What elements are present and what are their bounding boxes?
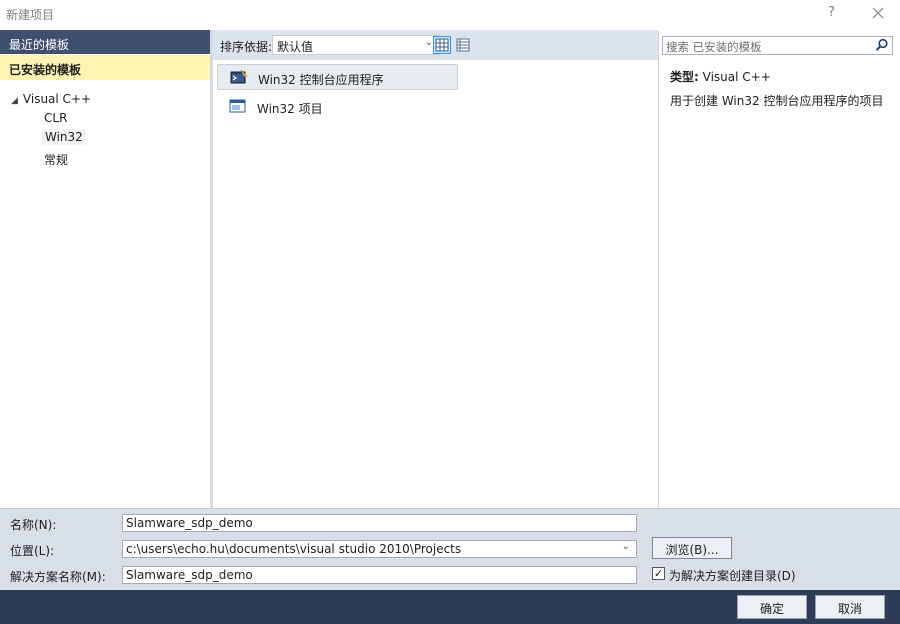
- location-label: 位置(L):: [10, 544, 55, 558]
- cancel-button[interactable]: 取消: [815, 595, 885, 619]
- sort-dropdown-value: 默认值: [277, 40, 314, 54]
- tree-node-clr[interactable]: CLR: [44, 111, 67, 125]
- details-view-icon[interactable]: [454, 36, 472, 54]
- console-app-icon: [230, 69, 248, 85]
- location-field[interactable]: c:\users\echo.hu\documents\visual studio…: [122, 540, 637, 558]
- description-panel: 搜索 已安装的模板 类型: Visual C++ 用于创建 Win32 控制台应…: [659, 30, 900, 508]
- recent-templates-item[interactable]: 最近的模板: [0, 30, 210, 54]
- window-project-icon: [229, 98, 247, 114]
- template-name: Win32 项目: [257, 102, 323, 116]
- template-type-value: Visual C++: [702, 70, 771, 84]
- template-item-win32-project[interactable]: Win32 项目: [217, 94, 458, 120]
- create-directory-checkbox[interactable]: ✓: [652, 567, 665, 580]
- help-button[interactable]: ?: [828, 5, 835, 20]
- location-value: c:\users\echo.hu\documents\visual studio…: [126, 542, 462, 556]
- template-categories-panel: 最近的模板 已安装的模板 ◢ Visual C++ CLR Win32 常规: [0, 30, 210, 508]
- tree-node-win32[interactable]: Win32: [42, 129, 86, 145]
- template-type-label: 类型:: [670, 70, 699, 84]
- dialog-footer: 确定 取消: [0, 590, 900, 624]
- tree-node-visual-cpp[interactable]: ◢ Visual C++: [11, 92, 91, 106]
- window-title: 新建项目: [6, 8, 55, 22]
- search-placeholder: 搜索 已安装的模板: [666, 40, 762, 54]
- template-list: Win32 控制台应用程序 Win32 项目: [213, 60, 658, 508]
- chevron-down-icon[interactable]: ⌄: [622, 541, 630, 552]
- chevron-down-icon: ⌄: [424, 37, 433, 48]
- template-toolbar: 排序依据: 默认值 ⌄: [213, 30, 658, 60]
- template-description: 用于创建 Win32 控制台应用程序的项目: [670, 94, 884, 108]
- template-name: Win32 控制台应用程序: [258, 73, 384, 87]
- tree-node-visual-cpp-label: Visual C++: [22, 92, 92, 106]
- expand-arrow-icon[interactable]: ◢: [11, 96, 18, 106]
- template-item-win32-console[interactable]: Win32 控制台应用程序: [217, 64, 458, 90]
- solution-name-field[interactable]: Slamware_sdp_demo: [122, 566, 637, 584]
- list-view-icon[interactable]: [433, 36, 451, 54]
- title-bar: 新建项目 ?: [0, 0, 900, 30]
- ok-button[interactable]: 确定: [737, 595, 807, 619]
- template-type: 类型: Visual C++: [670, 68, 771, 85]
- sort-label: 排序依据:: [220, 40, 273, 54]
- installed-templates-item[interactable]: 已安装的模板: [0, 55, 210, 80]
- browse-button[interactable]: 浏览(B)...: [652, 537, 732, 559]
- name-field[interactable]: Slamware_sdp_demo: [122, 514, 637, 532]
- name-label: 名称(N):: [10, 518, 57, 532]
- tree-node-general[interactable]: 常规: [44, 151, 68, 168]
- sort-dropdown[interactable]: 默认值 ⌄: [272, 35, 440, 55]
- search-input[interactable]: 搜索 已安装的模板: [662, 36, 893, 55]
- close-icon[interactable]: [868, 3, 888, 23]
- solution-name-label: 解决方案名称(M):: [10, 570, 106, 584]
- project-form: 名称(N): Slamware_sdp_demo 位置(L): c:\users…: [0, 508, 900, 590]
- create-directory-label[interactable]: 为解决方案创建目录(D): [669, 567, 796, 584]
- search-icon[interactable]: [875, 38, 889, 52]
